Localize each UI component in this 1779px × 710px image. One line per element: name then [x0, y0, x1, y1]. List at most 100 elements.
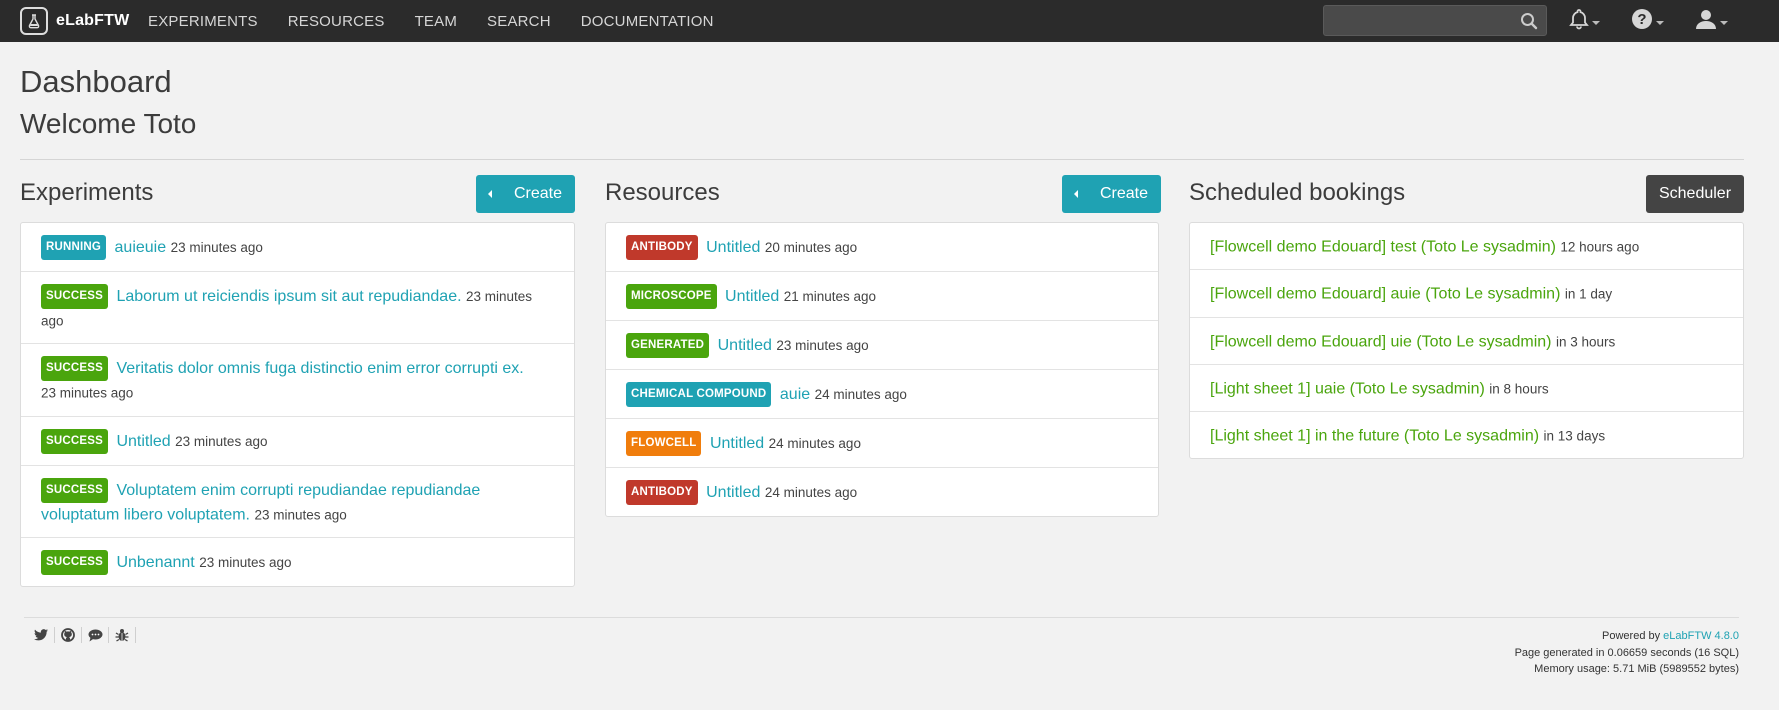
- list-item: SUCCESS Unbenannt 23 minutes ago: [21, 538, 574, 586]
- footer-info: Powered by eLabFTW 4.8.0 Page generated …: [1515, 628, 1739, 678]
- welcome-message: Welcome Toto: [20, 108, 197, 139]
- experiment-link[interactable]: Laborum ut reiciendis ipsum sit aut repu…: [116, 288, 461, 305]
- resource-link[interactable]: auie: [780, 386, 810, 403]
- notifications-dropdown[interactable]: [1569, 6, 1600, 36]
- bookings-list: [Flowcell demo Edouard] test (Toto Le sy…: [1189, 222, 1744, 460]
- github-icon[interactable]: [60, 627, 76, 643]
- experiment-link[interactable]: Unbenannt: [116, 554, 194, 571]
- nav-search[interactable]: SEARCH: [487, 13, 551, 30]
- list-item: CHEMICAL COMPOUND auie 24 minutes ago: [606, 370, 1158, 419]
- brand[interactable]: eLabFTW: [20, 6, 129, 36]
- experiment-link[interactable]: auieuie: [115, 239, 167, 256]
- list-item: [Light sheet 1] uaie (Toto Le sysadmin) …: [1190, 365, 1743, 413]
- chat-icon[interactable]: [87, 627, 103, 643]
- list-item: GENERATED Untitled 23 minutes ago: [606, 321, 1158, 370]
- list-item: [Flowcell demo Edouard] test (Toto Le sy…: [1190, 223, 1743, 271]
- brand-name: eLabFTW: [56, 12, 130, 29]
- navbar: eLabFTW EXPERIMENTS RESOURCES TEAM SEARC…: [0, 0, 1779, 42]
- twitter-icon[interactable]: [33, 627, 49, 643]
- experiment-link[interactable]: Untitled: [116, 433, 170, 450]
- user-icon: [1695, 8, 1717, 35]
- booking-link[interactable]: [Flowcell demo Edouard] auie (Toto Le sy…: [1210, 286, 1560, 303]
- timestamp: 12 hours ago: [1560, 239, 1640, 255]
- timestamp: 23 minutes ago: [254, 506, 347, 522]
- chevron-down-icon: [1592, 20, 1600, 25]
- elabftw-version-link[interactable]: eLabFTW 4.8.0: [1663, 630, 1739, 642]
- resource-link[interactable]: Untitled: [718, 337, 772, 354]
- user-dropdown[interactable]: [1695, 6, 1728, 36]
- resources-list: ANTIBODY Untitled 20 minutes ago MICROSC…: [605, 222, 1159, 517]
- experiments-title: Experiments: [20, 179, 154, 206]
- search-input[interactable]: [1324, 6, 1514, 35]
- separator: [54, 627, 55, 643]
- separator: [81, 627, 82, 643]
- chevron-down-icon: [1720, 20, 1728, 25]
- divider: [20, 159, 1744, 160]
- status-badge: SUCCESS: [41, 477, 108, 503]
- resource-link[interactable]: Untitled: [725, 288, 779, 305]
- timestamp: in 3 hours: [1555, 333, 1616, 349]
- nav-team[interactable]: TEAM: [415, 13, 457, 30]
- booking-link[interactable]: [Light sheet 1] uaie (Toto Le sysadmin): [1210, 380, 1485, 397]
- status-badge: SUCCESS: [41, 356, 108, 382]
- list-item: [Flowcell demo Edouard] auie (Toto Le sy…: [1190, 270, 1743, 318]
- status-badge: SUCCESS: [41, 284, 108, 309]
- timestamp: 23 minutes ago: [199, 554, 292, 570]
- scheduler-button[interactable]: Scheduler: [1646, 175, 1744, 213]
- list-item: SUCCESS Veritatis dolor omnis fuga disti…: [21, 344, 574, 417]
- resource-link[interactable]: Untitled: [706, 239, 760, 256]
- timestamp: 24 minutes ago: [764, 485, 858, 500]
- help-icon: ?: [1631, 8, 1653, 35]
- bug-icon[interactable]: [114, 627, 130, 643]
- list-item: RUNNING auieuie 23 minutes ago: [21, 223, 574, 272]
- timestamp: in 1 day: [1564, 286, 1613, 302]
- separator: [135, 627, 136, 643]
- chevron-down-icon: [1656, 20, 1664, 25]
- status-badge: SUCCESS: [41, 428, 108, 454]
- timestamp: 24 minutes ago: [814, 387, 907, 402]
- list-item: SUCCESS Laborum ut reiciendis ipsum sit …: [21, 272, 574, 345]
- page-generation-info: Page generated in 0.06659 seconds (16 SQ…: [1514, 646, 1739, 659]
- nav-documentation[interactable]: DOCUMENTATION: [581, 13, 714, 30]
- list-item: FLOWCELL Untitled 24 minutes ago: [606, 419, 1158, 468]
- list-item: ANTIBODY Untitled 24 minutes ago: [606, 468, 1158, 516]
- timestamp: 23 minutes ago: [175, 433, 268, 449]
- timestamp: in 13 days: [1543, 428, 1606, 444]
- category-badge: ANTIBODY: [626, 235, 698, 260]
- powered-by: Powered by eLabFTW 4.8.0: [1602, 630, 1739, 642]
- page-title: Dashboard: [20, 64, 172, 99]
- list-item: [Flowcell demo Edouard] uie (Toto Le sys…: [1190, 318, 1743, 365]
- bookings-title: Scheduled bookings: [1189, 179, 1406, 206]
- list-item: ANTIBODY Untitled 20 minutes ago: [606, 223, 1158, 272]
- booking-link[interactable]: [Flowcell demo Edouard] uie (Toto Le sys…: [1210, 333, 1552, 350]
- timestamp: 23 minutes ago: [41, 385, 134, 401]
- status-badge: RUNNING: [41, 235, 107, 260]
- nav-experiments[interactable]: EXPERIMENTS: [148, 13, 258, 30]
- caret-left-icon: [1074, 190, 1078, 198]
- elabftw-logo-icon: [20, 7, 48, 35]
- nav-resources[interactable]: RESOURCES: [288, 13, 385, 30]
- booking-link[interactable]: [Light sheet 1] in the future (Toto Le s…: [1210, 427, 1539, 444]
- bell-icon: [1569, 8, 1589, 35]
- help-dropdown[interactable]: ?: [1631, 6, 1664, 36]
- category-badge: MICROSCOPE: [626, 284, 717, 309]
- category-badge: GENERATED: [626, 333, 710, 358]
- timestamp: 24 minutes ago: [768, 436, 861, 451]
- search-icon[interactable]: [1520, 12, 1538, 30]
- experiment-link[interactable]: Veritatis dolor omnis fuga distinctio en…: [116, 360, 523, 377]
- main-nav: EXPERIMENTS RESOURCES TEAM SEARCH DOCUME…: [148, 0, 744, 42]
- booking-link[interactable]: [Flowcell demo Edouard] test (Toto Le sy…: [1210, 238, 1556, 255]
- navbar-search: [1323, 5, 1547, 36]
- timestamp: 20 minutes ago: [764, 240, 858, 255]
- memory-usage-info: Memory usage: 5.71 MiB (5989552 bytes): [1534, 663, 1739, 675]
- category-badge: ANTIBODY: [626, 480, 698, 505]
- separator: [108, 627, 109, 643]
- resource-link[interactable]: Untitled: [706, 484, 760, 501]
- resources-title: Resources: [605, 179, 720, 206]
- create-resource-button[interactable]: Create: [1062, 175, 1161, 213]
- timestamp: 23 minutes ago: [776, 338, 869, 353]
- category-badge: CHEMICAL COMPOUND: [626, 382, 772, 407]
- resource-link[interactable]: Untitled: [710, 435, 764, 452]
- list-item: SUCCESS Voluptatem enim corrupti repudia…: [21, 466, 574, 538]
- create-experiment-button[interactable]: Create: [476, 175, 575, 213]
